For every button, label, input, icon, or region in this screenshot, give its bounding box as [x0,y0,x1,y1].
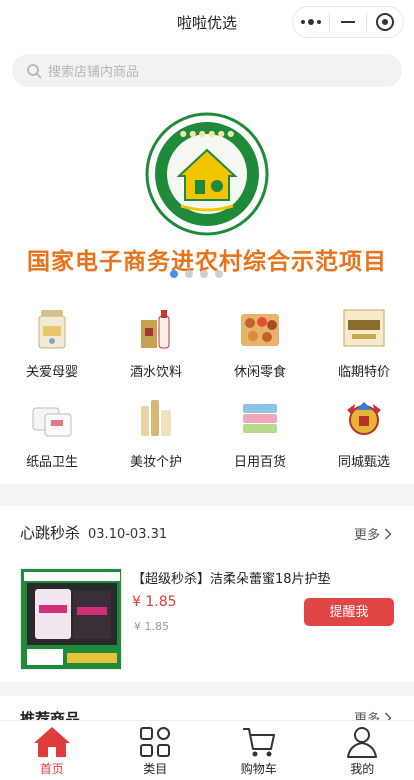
user-icon [347,727,378,758]
remind-me-button[interactable]: 提醒我 [304,598,394,626]
category-label: 休闲零食 [233,365,286,380]
category-item-baby[interactable]: 关爱母婴 [0,306,104,380]
chevron-right-icon [385,528,392,539]
search-icon [27,63,42,78]
category-grid-icon [140,727,171,757]
product-original-price: ¥ 1.85 [134,620,169,633]
search-area: 搜索店铺内商品 [0,46,414,94]
tab-cart[interactable]: 购物车 [207,721,311,780]
outlets-sign-icon [343,309,385,347]
cart-icon [242,728,275,757]
flash-sale-section: 心跳秒杀 03.10-03.31 更多 【超级秒杀】洁柔朵蕾蜜18片护垫 ¥ 1… [0,506,414,682]
home-icon [33,727,70,757]
product-image[interactable] [20,568,122,670]
category-label: 日用百货 [233,455,286,470]
baby-formula-icon [38,310,66,349]
category-label: 美妆个护 [129,455,182,470]
indicator-dot [185,270,193,278]
category-label: 纸品卫生 [25,455,78,470]
category-item-drinks[interactable]: 酒水饮料 [104,306,208,380]
minimize-button[interactable] [330,7,366,37]
search-placeholder: 搜索店铺内商品 [48,65,140,80]
flash-sale-more-link[interactable]: 更多 [354,524,392,543]
miniprogram-capsule [292,6,404,38]
category-label: 关爱母婴 [25,365,78,380]
more-dots-icon [301,19,321,25]
tab-label: 首页 [39,762,64,776]
search-input[interactable]: 搜索店铺内商品 [12,54,402,87]
program-badge-logo: ● ● ● ● ● ● [145,112,269,236]
more-options-button[interactable] [293,7,329,37]
category-item-paper[interactable]: 纸品卫生 [0,396,104,470]
cosmetics-icon [141,400,171,436]
indicator-dot [200,270,208,278]
banner-indicators [170,270,223,278]
category-item-clearance[interactable]: 临期特价 [312,306,414,380]
bottom-tab-bar: 首页 类目 购物车 我的 [0,720,414,780]
flash-sale-title: 心跳秒杀 [20,524,81,542]
city-badge-icon [347,402,381,435]
category-item-snacks[interactable]: 休闲零食 [208,306,312,380]
towel-stack-icon [243,404,277,433]
tissue-pack-icon [32,407,72,437]
product-package-image [21,569,121,669]
close-target-icon [376,13,394,31]
minimize-icon [341,21,355,23]
category-grid: 关爱母婴 酒水饮料 休闲零食 临期特价 纸品卫生 美妆个护 日用百货 同城甄选 [0,284,414,484]
category-label: 酒水饮料 [129,365,182,380]
product-price: ¥ 1.85 [132,594,177,610]
category-label: 同城甄选 [337,455,390,470]
svg-text:● ● ● ● ● ●: ● ● ● ● ● ● [180,129,235,138]
tab-home[interactable]: 首页 [0,721,104,780]
product-name[interactable]: 【超级秒杀】洁柔朵蕾蜜18片护垫 [132,568,331,587]
close-miniprogram-button[interactable] [367,7,403,37]
top-navigation-bar: 啦啦优选 [0,0,414,46]
tab-profile[interactable]: 我的 [311,721,414,780]
category-item-local[interactable]: 同城甄选 [312,396,414,470]
indicator-dot [170,270,178,278]
snack-box-icon [241,314,279,346]
indicator-dot [215,270,223,278]
promo-banner[interactable]: ● ● ● ● ● ● 国家电子商务进农村综合示范项目 [0,94,414,284]
tab-label: 购物车 [240,762,277,776]
liquor-bottle-icon [141,310,170,349]
more-label: 更多 [353,528,380,543]
tab-label: 我的 [350,762,375,776]
category-item-daily[interactable]: 日用百货 [208,396,312,470]
flash-sale-date: 03.10-03.31 [88,527,168,542]
tab-category[interactable]: 类目 [104,721,208,780]
category-item-beauty[interactable]: 美妆个护 [104,396,208,470]
tab-label: 类目 [143,762,168,776]
category-label: 临期特价 [337,365,390,380]
flash-sale-header: 心跳秒杀 03.10-03.31 [20,522,167,543]
